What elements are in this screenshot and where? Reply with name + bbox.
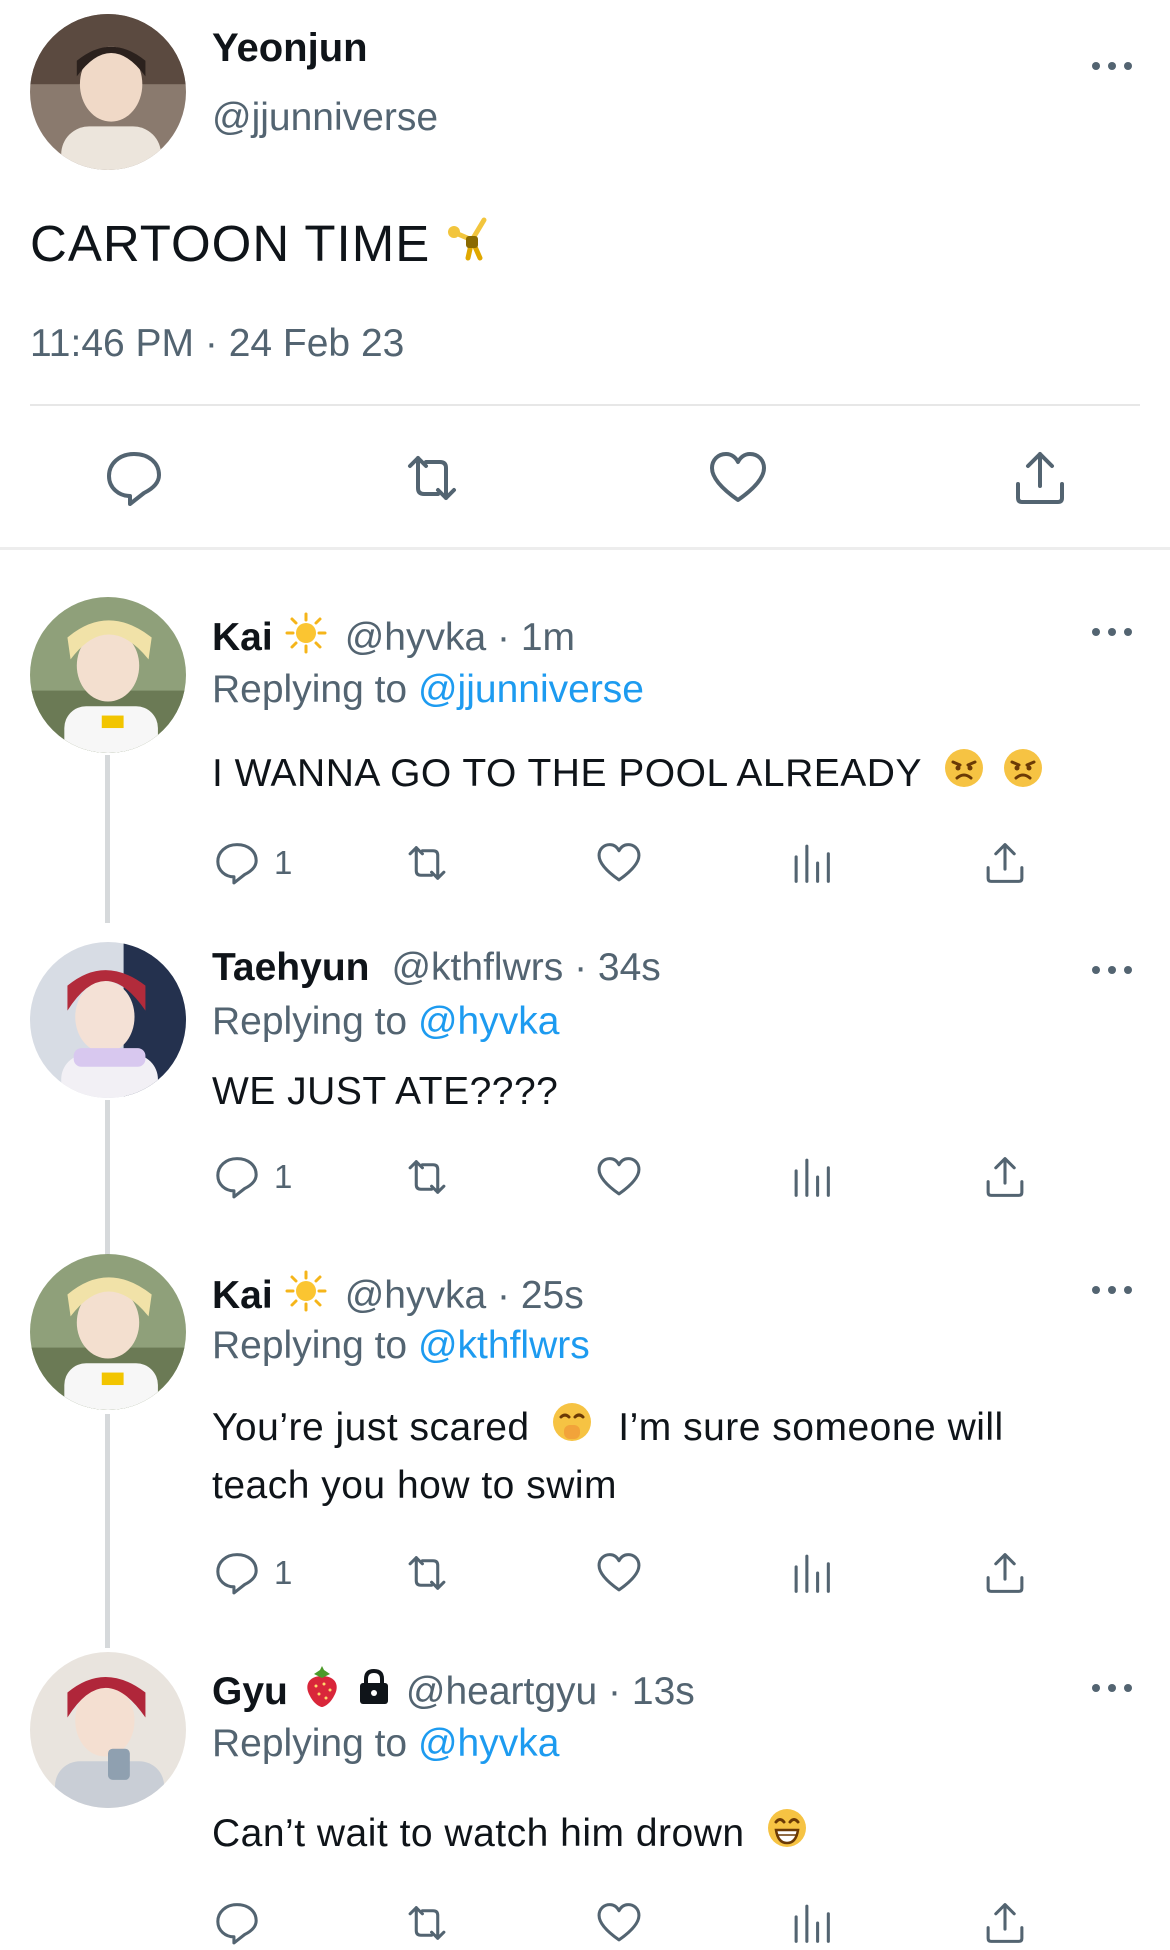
replying-prefix: Replying to: [212, 1324, 408, 1367]
reply-text: I WANNA GO TO THE POOL ALREADY: [212, 746, 1044, 804]
retweet-icon[interactable]: [404, 1900, 450, 1946]
reply-icon[interactable]: [104, 448, 164, 508]
handle-time[interactable]: @hyvka · 25s: [345, 1274, 584, 1318]
reply-count: 1: [274, 1158, 293, 1195]
reply-header: Gyu @heartgyu · 13s: [212, 1666, 695, 1718]
tweet-timestamp[interactable]: 11:46 PM · 24 Feb 23: [30, 322, 404, 366]
reply-header: Kai @hyvka · 1m: [212, 612, 575, 664]
reply-header: Taehyun @kthflwrs · 34s: [212, 946, 661, 990]
reply-text-content: Can’t wait to watch him drown: [212, 1812, 745, 1855]
reply-text-content: teach you how to swim: [212, 1464, 618, 1508]
share-icon[interactable]: [982, 1550, 1028, 1596]
replying-prefix: Replying to: [212, 1000, 408, 1043]
sun-emoji: [285, 612, 327, 664]
author-name[interactable]: Gyu: [212, 1670, 288, 1714]
replying-prefix: Replying to: [212, 1722, 408, 1765]
retweet-icon[interactable]: [404, 1154, 450, 1200]
reply-header: Kai @hyvka · 25s: [212, 1270, 584, 1322]
tweet-text: CARTOON TIME: [30, 210, 500, 276]
cartwheel-emoji: [446, 210, 500, 276]
replying-prefix: Replying to: [212, 668, 408, 711]
author-name[interactable]: Taehyun: [212, 946, 369, 990]
more-options-icon[interactable]: [1090, 622, 1134, 642]
avatar-taehyun[interactable]: [30, 942, 186, 1098]
replying-to-link[interactable]: @hyvka: [418, 1722, 559, 1765]
avatar-gyu[interactable]: [30, 1652, 186, 1808]
hand-over-mouth-emoji: [551, 1401, 593, 1458]
analytics-icon[interactable]: [790, 1154, 836, 1200]
reply-text: You’re just scared I’m sure someone will…: [212, 1400, 1004, 1513]
replying-to-link[interactable]: @kthflwrs: [418, 1324, 590, 1367]
reply-text-content: I WANNA GO TO THE POOL ALREADY: [212, 752, 922, 795]
thread-line: [105, 1100, 110, 1258]
retweet-icon[interactable]: [404, 840, 450, 886]
more-options-icon[interactable]: [1090, 56, 1134, 76]
reply-icon[interactable]: [214, 840, 260, 886]
analytics-icon[interactable]: [790, 1550, 836, 1596]
author-handle[interactable]: @jjunniverse: [212, 96, 438, 140]
share-icon[interactable]: [982, 1154, 1028, 1200]
avatar-kai[interactable]: [30, 1254, 186, 1410]
reply-icon[interactable]: [214, 1900, 260, 1946]
grinning-face-emoji: [766, 1807, 808, 1864]
replying-to: Replying to @hyvka: [212, 1722, 559, 1766]
thread-line: [105, 1414, 110, 1648]
strawberry-emoji: [302, 1666, 342, 1718]
thread-line: [105, 755, 110, 923]
reply-count: 1: [274, 844, 293, 881]
replying-to-link[interactable]: @hyvka: [418, 1000, 559, 1043]
like-icon[interactable]: [596, 1900, 642, 1946]
reply-text-content: WE JUST ATE????: [212, 1070, 559, 1113]
like-icon[interactable]: [596, 1154, 642, 1200]
handle-time[interactable]: @hyvka · 1m: [345, 616, 575, 660]
like-icon[interactable]: [708, 448, 768, 508]
sun-emoji: [285, 1270, 327, 1322]
angry-face-emoji: [1002, 747, 1044, 804]
reply-count: 1: [274, 1554, 293, 1591]
retweet-icon[interactable]: [404, 1550, 450, 1596]
lock-icon: [356, 1668, 392, 1716]
author-name[interactable]: Kai: [212, 616, 273, 660]
analytics-icon[interactable]: [790, 1900, 836, 1946]
replying-to: Replying to @hyvka: [212, 1000, 559, 1044]
divider: [0, 547, 1170, 550]
divider: [30, 404, 1140, 406]
more-options-icon[interactable]: [1090, 1280, 1134, 1300]
more-options-icon[interactable]: [1090, 960, 1134, 980]
reply-text-content: I’m sure someone will: [618, 1406, 1004, 1449]
like-icon[interactable]: [596, 1550, 642, 1596]
share-icon[interactable]: [1010, 448, 1070, 508]
replying-to-link[interactable]: @jjunniverse: [418, 668, 644, 711]
retweet-icon[interactable]: [402, 448, 462, 508]
reply-text: WE JUST ATE????: [212, 1064, 558, 1119]
angry-face-emoji: [943, 747, 985, 804]
analytics-icon[interactable]: [790, 840, 836, 886]
like-icon[interactable]: [596, 840, 642, 886]
handle-time[interactable]: @kthflwrs · 34s: [391, 946, 660, 990]
author-name[interactable]: Yeonjun: [212, 26, 368, 71]
avatar-yeonjun[interactable]: [30, 14, 186, 170]
handle-time[interactable]: @heartgyu · 13s: [406, 1670, 695, 1714]
replying-to: Replying to @jjunniverse: [212, 668, 644, 712]
reply-text: Can’t wait to watch him drown: [212, 1806, 808, 1864]
author-name[interactable]: Kai: [212, 1274, 273, 1318]
reply-text-content: You’re just scared: [212, 1406, 530, 1449]
reply-icon[interactable]: [214, 1154, 260, 1200]
avatar-kai[interactable]: [30, 597, 186, 753]
more-options-icon[interactable]: [1090, 1678, 1134, 1698]
reply-icon[interactable]: [214, 1550, 260, 1596]
share-icon[interactable]: [982, 840, 1028, 886]
tweet-text-content: CARTOON TIME: [30, 214, 431, 272]
share-icon[interactable]: [982, 1900, 1028, 1946]
replying-to: Replying to @kthflwrs: [212, 1324, 590, 1368]
